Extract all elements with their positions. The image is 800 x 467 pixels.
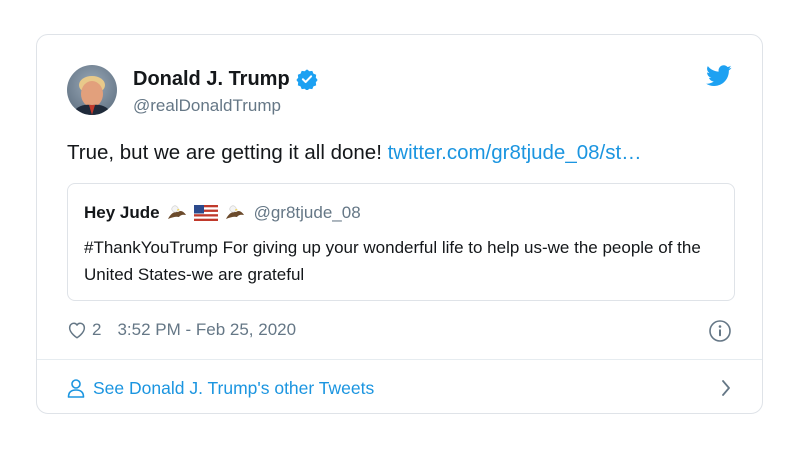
like-count[interactable]: 2 <box>92 320 101 340</box>
twitter-bird-icon[interactable] <box>706 65 732 92</box>
avatar[interactable] <box>67 65 117 115</box>
user-icon <box>67 378 85 398</box>
tweet-author[interactable]: Donald J. Trump @realDonaldTrump <box>133 67 318 116</box>
quoted-author-handle: @gr8tjude_08 <box>253 203 361 222</box>
see-other-tweets-label[interactable]: See Donald J. Trump's other Tweets <box>93 378 374 399</box>
author-handle[interactable]: @realDonaldTrump <box>133 96 318 116</box>
avatar-photo <box>67 65 117 115</box>
tweet-link[interactable]: twitter.com/gr8tjude_08/st… <box>388 141 642 164</box>
divider <box>37 359 762 360</box>
tweet-body: True, but we are getting it all done! <box>67 141 388 164</box>
eagle-icon <box>166 203 188 223</box>
tweet-card[interactable]: Donald J. Trump @realDonaldTrump True, b… <box>36 34 763 414</box>
tweet-timestamp[interactable]: 3:52 PM - Feb 25, 2020 <box>117 320 296 340</box>
see-other-tweets-link[interactable]: See Donald J. Trump's other Tweets <box>67 375 732 401</box>
author-name[interactable]: Donald J. Trump <box>133 68 290 91</box>
quoted-tweet[interactable]: Hey Jude @gr8tjude_08 #ThankYouTrump For… <box>67 183 735 301</box>
quoted-tweet-text: #ThankYouTrump For giving up your wonder… <box>84 238 701 284</box>
info-icon[interactable] <box>708 319 732 348</box>
tweet-meta: 2 3:52 PM - Feb 25, 2020 <box>67 319 296 341</box>
heart-icon[interactable] <box>67 321 87 339</box>
quoted-author-name: Hey Jude <box>84 203 160 222</box>
us-flag-icon <box>193 205 218 221</box>
verified-badge-icon <box>296 68 318 90</box>
eagle-icon <box>224 203 246 223</box>
chevron-right-icon[interactable] <box>720 378 732 398</box>
tweet-text: True, but we are getting it all done! tw… <box>67 139 734 167</box>
